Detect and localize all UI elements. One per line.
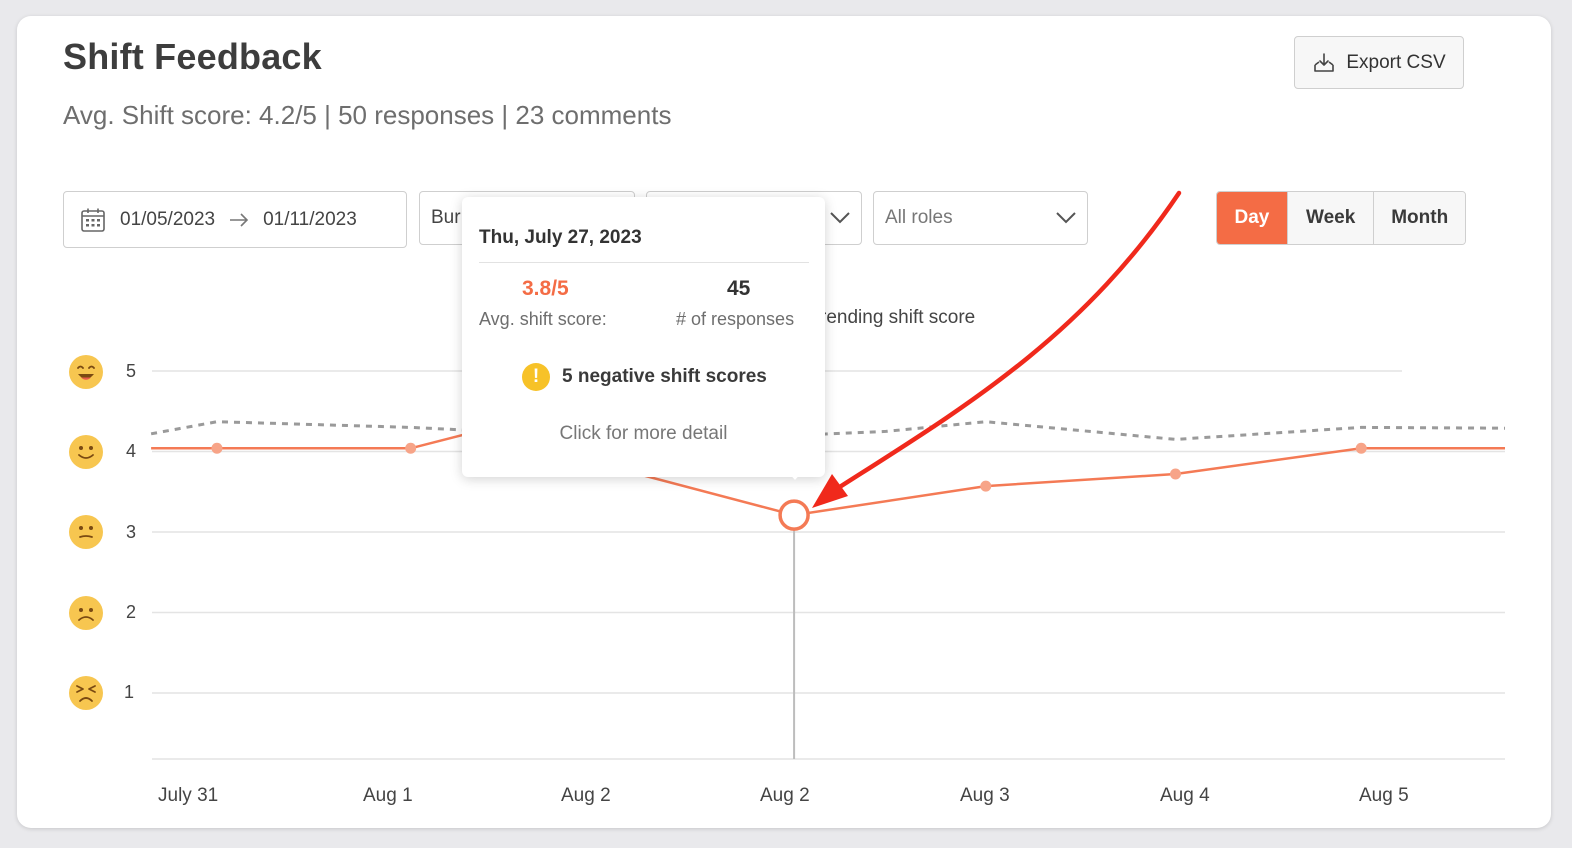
data-point (1355, 442, 1367, 454)
more-detail-link[interactable]: Click for more detail (462, 423, 825, 445)
warning-icon: ! (522, 363, 550, 391)
frowning-face-icon (69, 596, 103, 630)
y-tick-label: 3 (126, 522, 137, 542)
x-tick-label: Aug 5 (1359, 785, 1409, 806)
data-point (211, 442, 223, 454)
x-tick-label: Aug 2 (760, 785, 810, 806)
tooltip-avg-score-label: Avg. shift score: (479, 309, 607, 329)
y-tick-label: 1 (124, 682, 135, 702)
annotation-arrow-head (812, 474, 848, 508)
trending-score-line (150, 420, 1506, 441)
data-point-tooltip[interactable]: Thu, July 27, 2023 3.8/5 Avg. shift scor… (462, 197, 825, 477)
data-point (405, 442, 417, 454)
tooltip-warning-text: 5 negative shift scores (562, 366, 767, 387)
x-tick-label: Aug 3 (960, 785, 1010, 806)
tooltip-responses: 45 (727, 277, 751, 300)
x-tick-label: Aug 2 (561, 785, 611, 806)
smiling-face-icon (69, 435, 103, 469)
data-point (980, 480, 992, 492)
tooltip-caret (786, 470, 804, 480)
y-tick-label: 2 (126, 602, 137, 622)
tooltip-avg-score: 3.8/5 (522, 277, 569, 300)
x-tick-label: Aug 1 (363, 785, 413, 806)
tooltip-responses-label: # of responses (676, 309, 795, 329)
neutral-face-icon (69, 515, 103, 549)
annotation-arrow-line (832, 190, 1182, 493)
laughing-face-icon (69, 355, 103, 389)
highlighted-data-point (778, 499, 810, 531)
y-tick-label: 4 (126, 441, 137, 461)
tooltip-warning: ! 5 negative shift scores (522, 363, 767, 391)
y-tick-label: 5 (126, 361, 137, 381)
x-tick-label: Aug 4 (1160, 785, 1210, 806)
x-tick-label: July 31 (158, 785, 219, 806)
data-point (1170, 468, 1182, 480)
tooltip-date: Thu, July 27, 2023 (479, 227, 642, 248)
angry-face-icon (69, 676, 103, 710)
tooltip-divider (479, 262, 809, 263)
